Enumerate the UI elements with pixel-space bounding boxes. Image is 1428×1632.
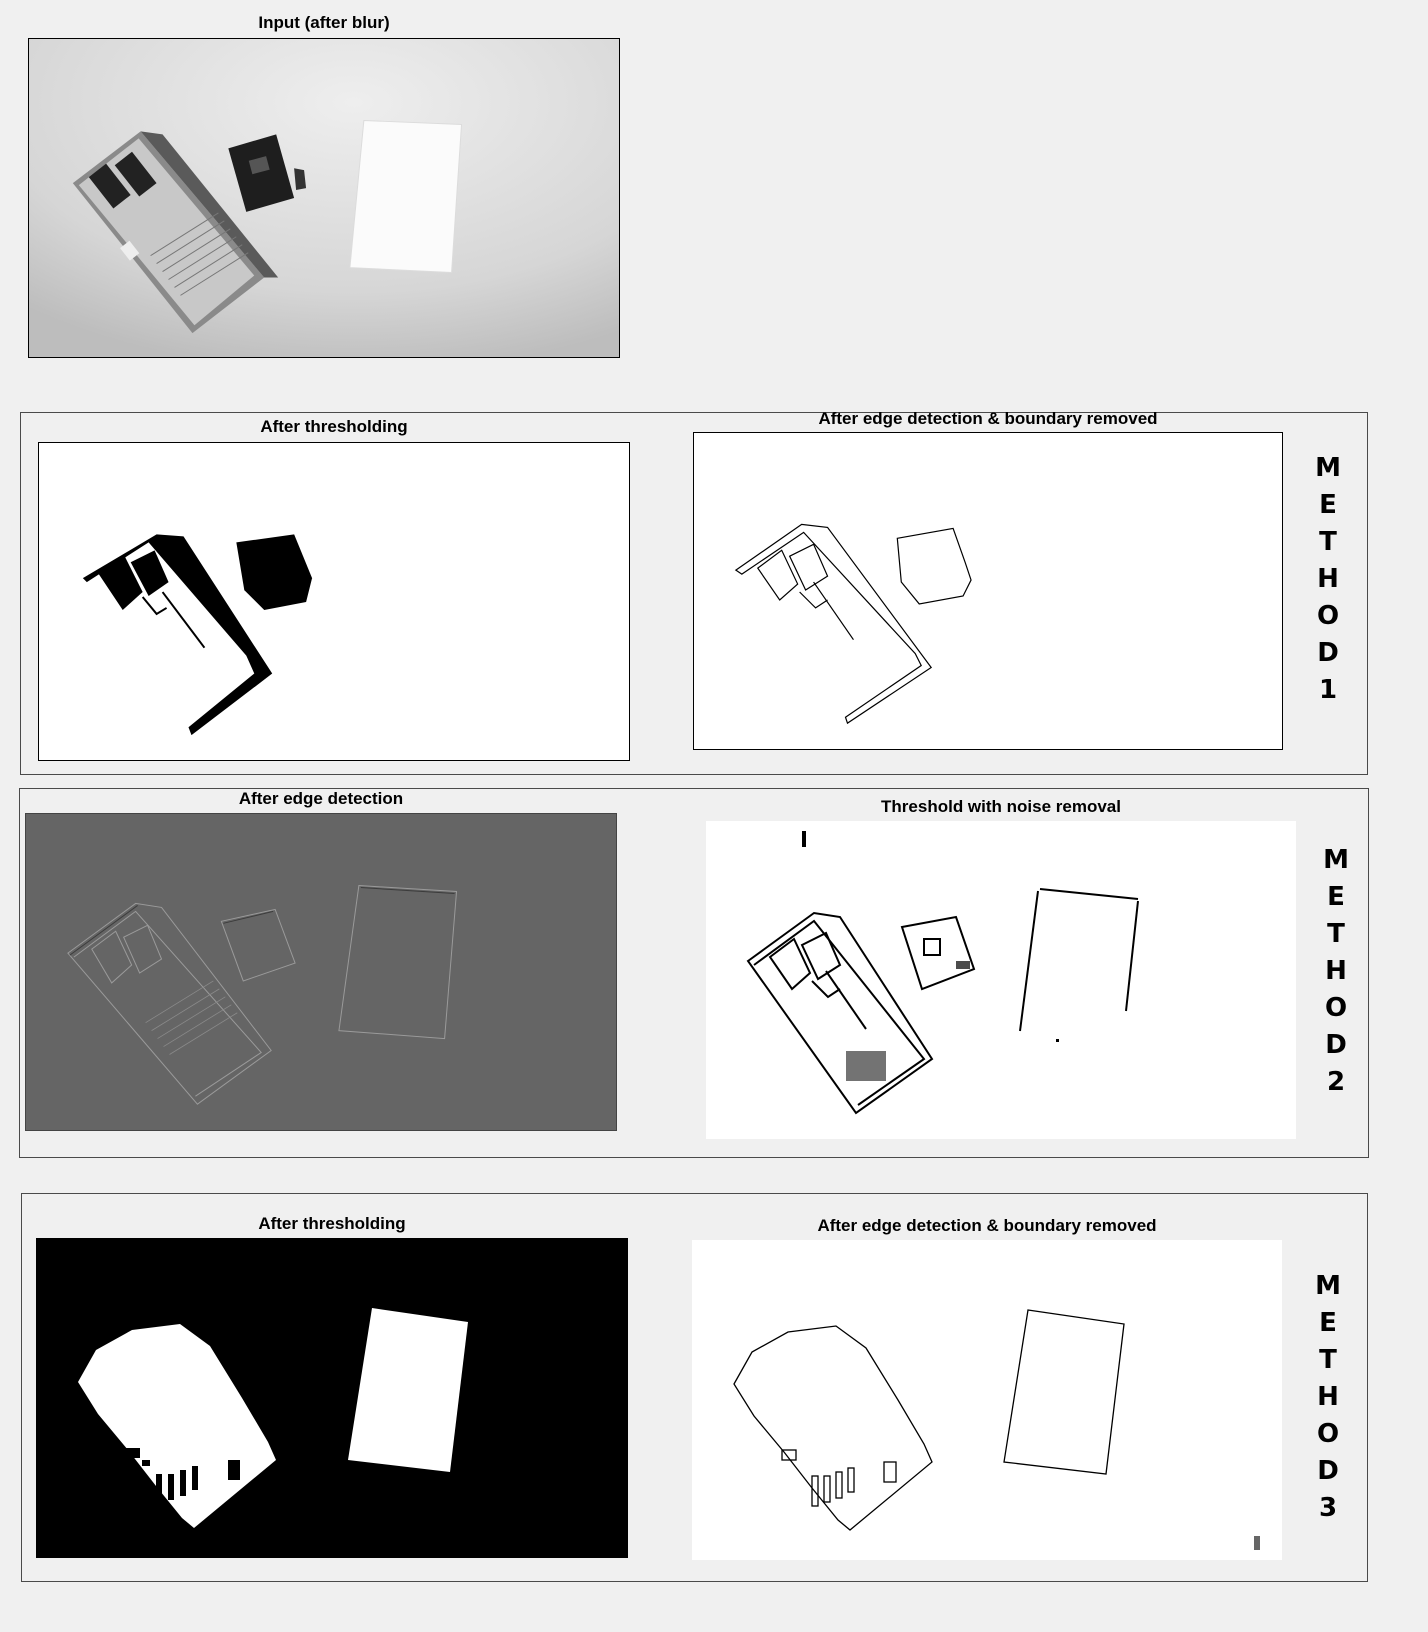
method1-edge-image <box>693 432 1283 750</box>
method3-threshold-image <box>36 1238 628 1558</box>
method3-left-title: After thresholding <box>258 1214 406 1233</box>
method1-left-title: After thresholding <box>260 417 408 436</box>
input-image <box>28 38 620 358</box>
method1-vertical-label: M E T H O D 1 <box>1315 453 1341 705</box>
method2-left-title: After edge detection <box>238 789 404 808</box>
method2-right-title: Threshold with noise removal <box>881 797 1121 816</box>
method3-edge-image <box>692 1240 1282 1560</box>
method2-edge-image <box>25 813 617 1131</box>
method1-right-title: After edge detection & boundary removed <box>818 409 1158 428</box>
method3-vertical-label: M E T H O D 3 <box>1315 1271 1341 1523</box>
input-title: Input (after blur) <box>258 13 390 32</box>
paper-object <box>349 119 463 274</box>
method3-right-title: After edge detection & boundary removed <box>817 1216 1157 1235</box>
method2-vertical-label: M E T H O D 2 <box>1323 845 1349 1097</box>
method2-noise-removed-image <box>706 821 1296 1139</box>
method1-threshold-image <box>38 442 630 761</box>
